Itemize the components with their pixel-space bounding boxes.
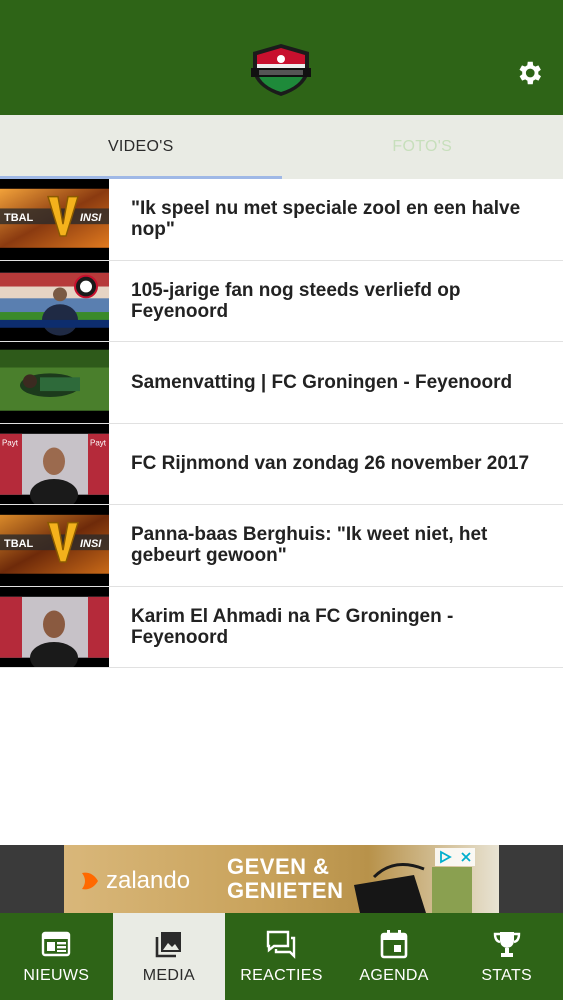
- club-shield-logo-icon: [249, 42, 313, 98]
- video-title: Samenvatting | FC Groningen - Feyenoord: [131, 371, 513, 393]
- nav-media[interactable]: MEDIA: [112, 913, 226, 1000]
- video-thumbnail: [0, 260, 109, 341]
- video-list-item[interactable]: Payt Payt FC Rijnmond van zondag 26 nove…: [0, 423, 563, 505]
- ad-headline: GEVEN & GENIETEN: [227, 855, 343, 903]
- video-list-item[interactable]: Karim El Ahmadi na FC Groningen - Feyeno…: [0, 586, 563, 668]
- nav-stats[interactable]: STATS: [450, 913, 563, 1000]
- svg-text:TBAL: TBAL: [4, 212, 34, 224]
- video-title: 105-jarige fan nog steeds verliefd op Fe…: [131, 279, 461, 322]
- ad-banner: zalando GEVEN & GENIETEN: [0, 845, 563, 913]
- nav-media-label: MEDIA: [142, 967, 195, 984]
- trophy-icon: [493, 932, 520, 957]
- settings-button[interactable]: [512, 56, 546, 90]
- nav-stats-label: STATS: [481, 967, 533, 984]
- nav-news[interactable]: NIEUWS: [0, 913, 113, 1000]
- video-title: "Ik speel nu met speciale zool en een ha…: [131, 198, 521, 241]
- photo-gallery-icon: [155, 932, 181, 958]
- tab-videos-label: VIDEO'S: [107, 138, 174, 155]
- gear-icon: [519, 61, 541, 85]
- chat-bubbles-icon: [267, 930, 296, 959]
- newspaper-icon: [42, 931, 71, 957]
- video-list-item[interactable]: Samenvatting | FC Groningen - Feyenoord: [0, 342, 563, 424]
- tab-videos[interactable]: VIDEO'S: [0, 115, 282, 179]
- video-title: Karim El Ahmadi na FC Groningen - Feyeno…: [131, 605, 454, 648]
- video-thumbnail: TBAL INSI: [0, 505, 109, 586]
- app-header: [0, 0, 563, 115]
- svg-text:TBAL: TBAL: [4, 538, 34, 550]
- svg-text:Payt: Payt: [2, 438, 19, 447]
- video-list-item[interactable]: TBAL INSI "Ik speel nu met speciale zool…: [0, 179, 563, 261]
- nav-agenda-label: AGENDA: [359, 967, 429, 984]
- video-title: Panna-baas Berghuis: "Ik weet niet, het …: [131, 524, 488, 567]
- ad-headline-line1: GEVEN &: [227, 854, 330, 879]
- close-icon[interactable]: [456, 848, 475, 866]
- svg-text:Payt: Payt: [90, 438, 107, 447]
- video-title: FC Rijnmond van zondag 26 november 2017: [131, 453, 530, 475]
- tab-photos[interactable]: FOTO'S: [282, 115, 563, 179]
- video-list-item[interactable]: 105-jarige fan nog steeds verliefd op Fe…: [0, 260, 563, 342]
- video-thumbnail: Payt Payt: [0, 423, 109, 504]
- video-thumbnail: [0, 342, 109, 423]
- adchoices-icon[interactable]: [435, 848, 454, 866]
- ad-headline-line2: GENIETEN: [227, 878, 344, 903]
- video-list: TBAL INSI "Ik speel nu met speciale zool…: [0, 179, 563, 668]
- ad-brand-name: zalando: [106, 867, 191, 894]
- video-list-item[interactable]: TBAL INSI Panna-baas Berghuis: "Ik weet …: [0, 505, 563, 587]
- calendar-icon: [380, 930, 408, 959]
- nav-reactions-label: REACTIES: [240, 967, 323, 984]
- tab-photos-label: FOTO'S: [392, 138, 453, 155]
- bottom-navigation: NIEUWS MEDIA REACTIES AGENDA STATS: [0, 913, 563, 1000]
- video-thumbnail: [0, 586, 109, 667]
- svg-text:INSI: INSI: [80, 538, 102, 550]
- zalando-logo-icon: [82, 872, 98, 890]
- nav-reactions[interactable]: REACTIES: [225, 913, 338, 1000]
- video-thumbnail: TBAL INSI: [0, 179, 109, 260]
- nav-news-label: NIEUWS: [23, 967, 90, 984]
- app-screen: VIDEO'S FOTO'S TBAL INSI "Ik speel nu me…: [0, 0, 563, 1000]
- media-tabs: VIDEO'S FOTO'S: [0, 115, 563, 179]
- ad-creative[interactable]: zalando GEVEN & GENIETEN: [64, 845, 499, 913]
- ad-controls: [435, 848, 475, 866]
- nav-agenda[interactable]: AGENDA: [338, 913, 451, 1000]
- svg-text:INSI: INSI: [80, 212, 102, 224]
